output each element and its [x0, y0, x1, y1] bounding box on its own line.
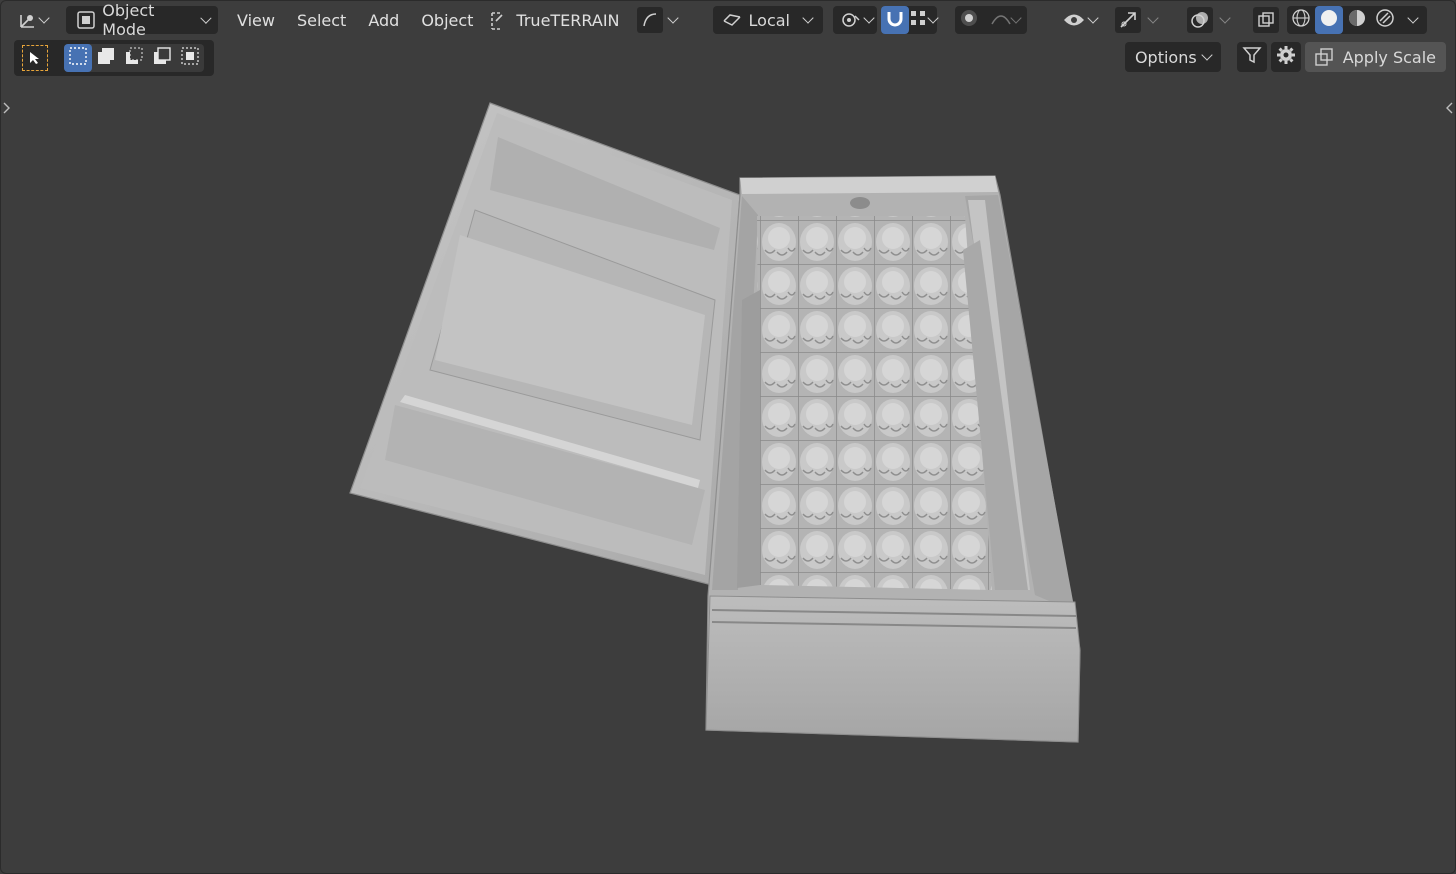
- magnet-icon: [885, 8, 905, 32]
- shading-solid[interactable]: [1314, 6, 1343, 34]
- apply-scale-icon: [1311, 44, 1337, 70]
- snapping-group: [880, 6, 939, 34]
- shading-rendered[interactable]: [1371, 6, 1399, 34]
- chevron-down-icon: [1201, 49, 1213, 61]
- gizmo-dropdown[interactable]: [1111, 6, 1161, 34]
- visibility-dropdown[interactable]: [1057, 6, 1101, 34]
- proportional-falloff-dropdown[interactable]: [983, 6, 1027, 34]
- chevron-down-icon: [802, 12, 814, 24]
- orientation-label: Local: [748, 10, 790, 30]
- viewport-header: Object Mode View Select Add Object TrueT…: [8, 1, 1448, 39]
- proportional-editing-group: [954, 6, 1027, 34]
- menu-view[interactable]: View: [226, 6, 286, 34]
- rendered-sphere-icon: [1375, 8, 1395, 32]
- filter-funnel-icon: [1242, 45, 1262, 69]
- orientation-local-icon: [719, 7, 745, 33]
- apply-scale-label: Apply Scale: [1342, 47, 1436, 67]
- xray-icon: [1252, 7, 1279, 33]
- chevron-down-icon: [862, 12, 875, 24]
- addon-menu-trueterrain[interactable]: TrueTERRAIN: [510, 6, 630, 34]
- select-mode-intersect[interactable]: [176, 44, 204, 72]
- chevron-down-icon: [1218, 12, 1231, 24]
- object-mode-icon: [74, 7, 98, 33]
- proportional-editing-toggle[interactable]: [955, 6, 983, 34]
- terrain-addon-icon[interactable]: [484, 7, 510, 33]
- select-intersect-icon: [180, 46, 200, 70]
- select-tool-cursor-icon[interactable]: [22, 45, 48, 71]
- select-mode-subtract[interactable]: [120, 44, 148, 72]
- chevron-down-icon: [926, 12, 939, 24]
- shading-options-dropdown[interactable]: [1399, 6, 1427, 34]
- select-new-icon: [68, 46, 88, 70]
- transform-orientation-dropdown[interactable]: Local: [712, 6, 823, 34]
- overlays-dropdown[interactable]: [1183, 6, 1233, 34]
- falloff-arc-icon: [990, 10, 1012, 30]
- chevron-down-icon: [1086, 12, 1099, 24]
- snap-grid-icon: [909, 9, 927, 31]
- chevron-down-icon: [1146, 12, 1159, 24]
- select-extend-icon: [96, 46, 116, 70]
- proportional-dot-icon: [959, 8, 979, 32]
- eye-icon: [1061, 7, 1087, 33]
- chevron-down-icon: [1406, 12, 1419, 24]
- falloff-curve-icon: [636, 7, 663, 33]
- axes-editor-icon: [14, 7, 40, 33]
- overlays-icon: [1186, 7, 1213, 33]
- select-tool-group: [14, 40, 214, 76]
- apply-scale-button[interactable]: Apply Scale: [1304, 42, 1446, 72]
- snap-target-dropdown[interactable]: [909, 6, 939, 34]
- menu-select[interactable]: Select: [286, 6, 357, 34]
- material-sphere-icon: [1347, 8, 1367, 32]
- coffin-body[interactable]: [705, 175, 1081, 743]
- coffin-lid[interactable]: [349, 102, 741, 586]
- filter-button[interactable]: [1236, 42, 1267, 72]
- chevron-down-icon: [38, 12, 50, 24]
- menu-add[interactable]: Add: [357, 6, 410, 34]
- select-subtract-icon: [124, 46, 144, 70]
- gizmo-arrow-icon: [1114, 7, 1141, 33]
- chevron-down-icon: [200, 12, 212, 24]
- chevron-down-icon: [666, 12, 679, 24]
- pivot-point-icon: [837, 7, 863, 33]
- sidebar-expand-arrow[interactable]: [1444, 100, 1454, 114]
- xray-toggle[interactable]: [1252, 6, 1279, 34]
- options-label: Options: [1134, 47, 1197, 67]
- mode-dropdown[interactable]: Object Mode: [66, 1, 218, 39]
- gear-icon: [1276, 45, 1296, 69]
- tool-settings-row: [14, 40, 214, 76]
- select-mode-extend[interactable]: [92, 44, 120, 72]
- select-invert-icon: [152, 46, 172, 70]
- editor-type-button[interactable]: [8, 6, 54, 34]
- settings-button[interactable]: [1270, 42, 1301, 72]
- shading-mode-group: [1286, 6, 1427, 34]
- solid-sphere-icon: [1319, 8, 1339, 32]
- menu-object[interactable]: Object: [410, 6, 484, 34]
- viewport-scene[interactable]: [0, 0, 1456, 874]
- mode-label: Object Mode: [102, 1, 155, 39]
- select-mode-invert[interactable]: [148, 44, 176, 72]
- chevron-down-icon: [1009, 12, 1022, 24]
- select-mode-new[interactable]: [64, 44, 92, 72]
- options-dropdown[interactable]: Options: [1124, 42, 1221, 72]
- snap-toggle[interactable]: [880, 6, 909, 34]
- proportional-falloff-button[interactable]: [633, 6, 681, 34]
- shading-wireframe[interactable]: [1287, 6, 1315, 34]
- shading-material-preview[interactable]: [1343, 6, 1371, 34]
- tool-settings-right: Options Apply Scale: [1124, 41, 1446, 73]
- select-mode-group: [64, 44, 204, 72]
- toolbar-expand-arrow[interactable]: [2, 100, 12, 114]
- pivot-point-dropdown[interactable]: [832, 6, 877, 34]
- wireframe-sphere-icon: [1291, 8, 1311, 32]
